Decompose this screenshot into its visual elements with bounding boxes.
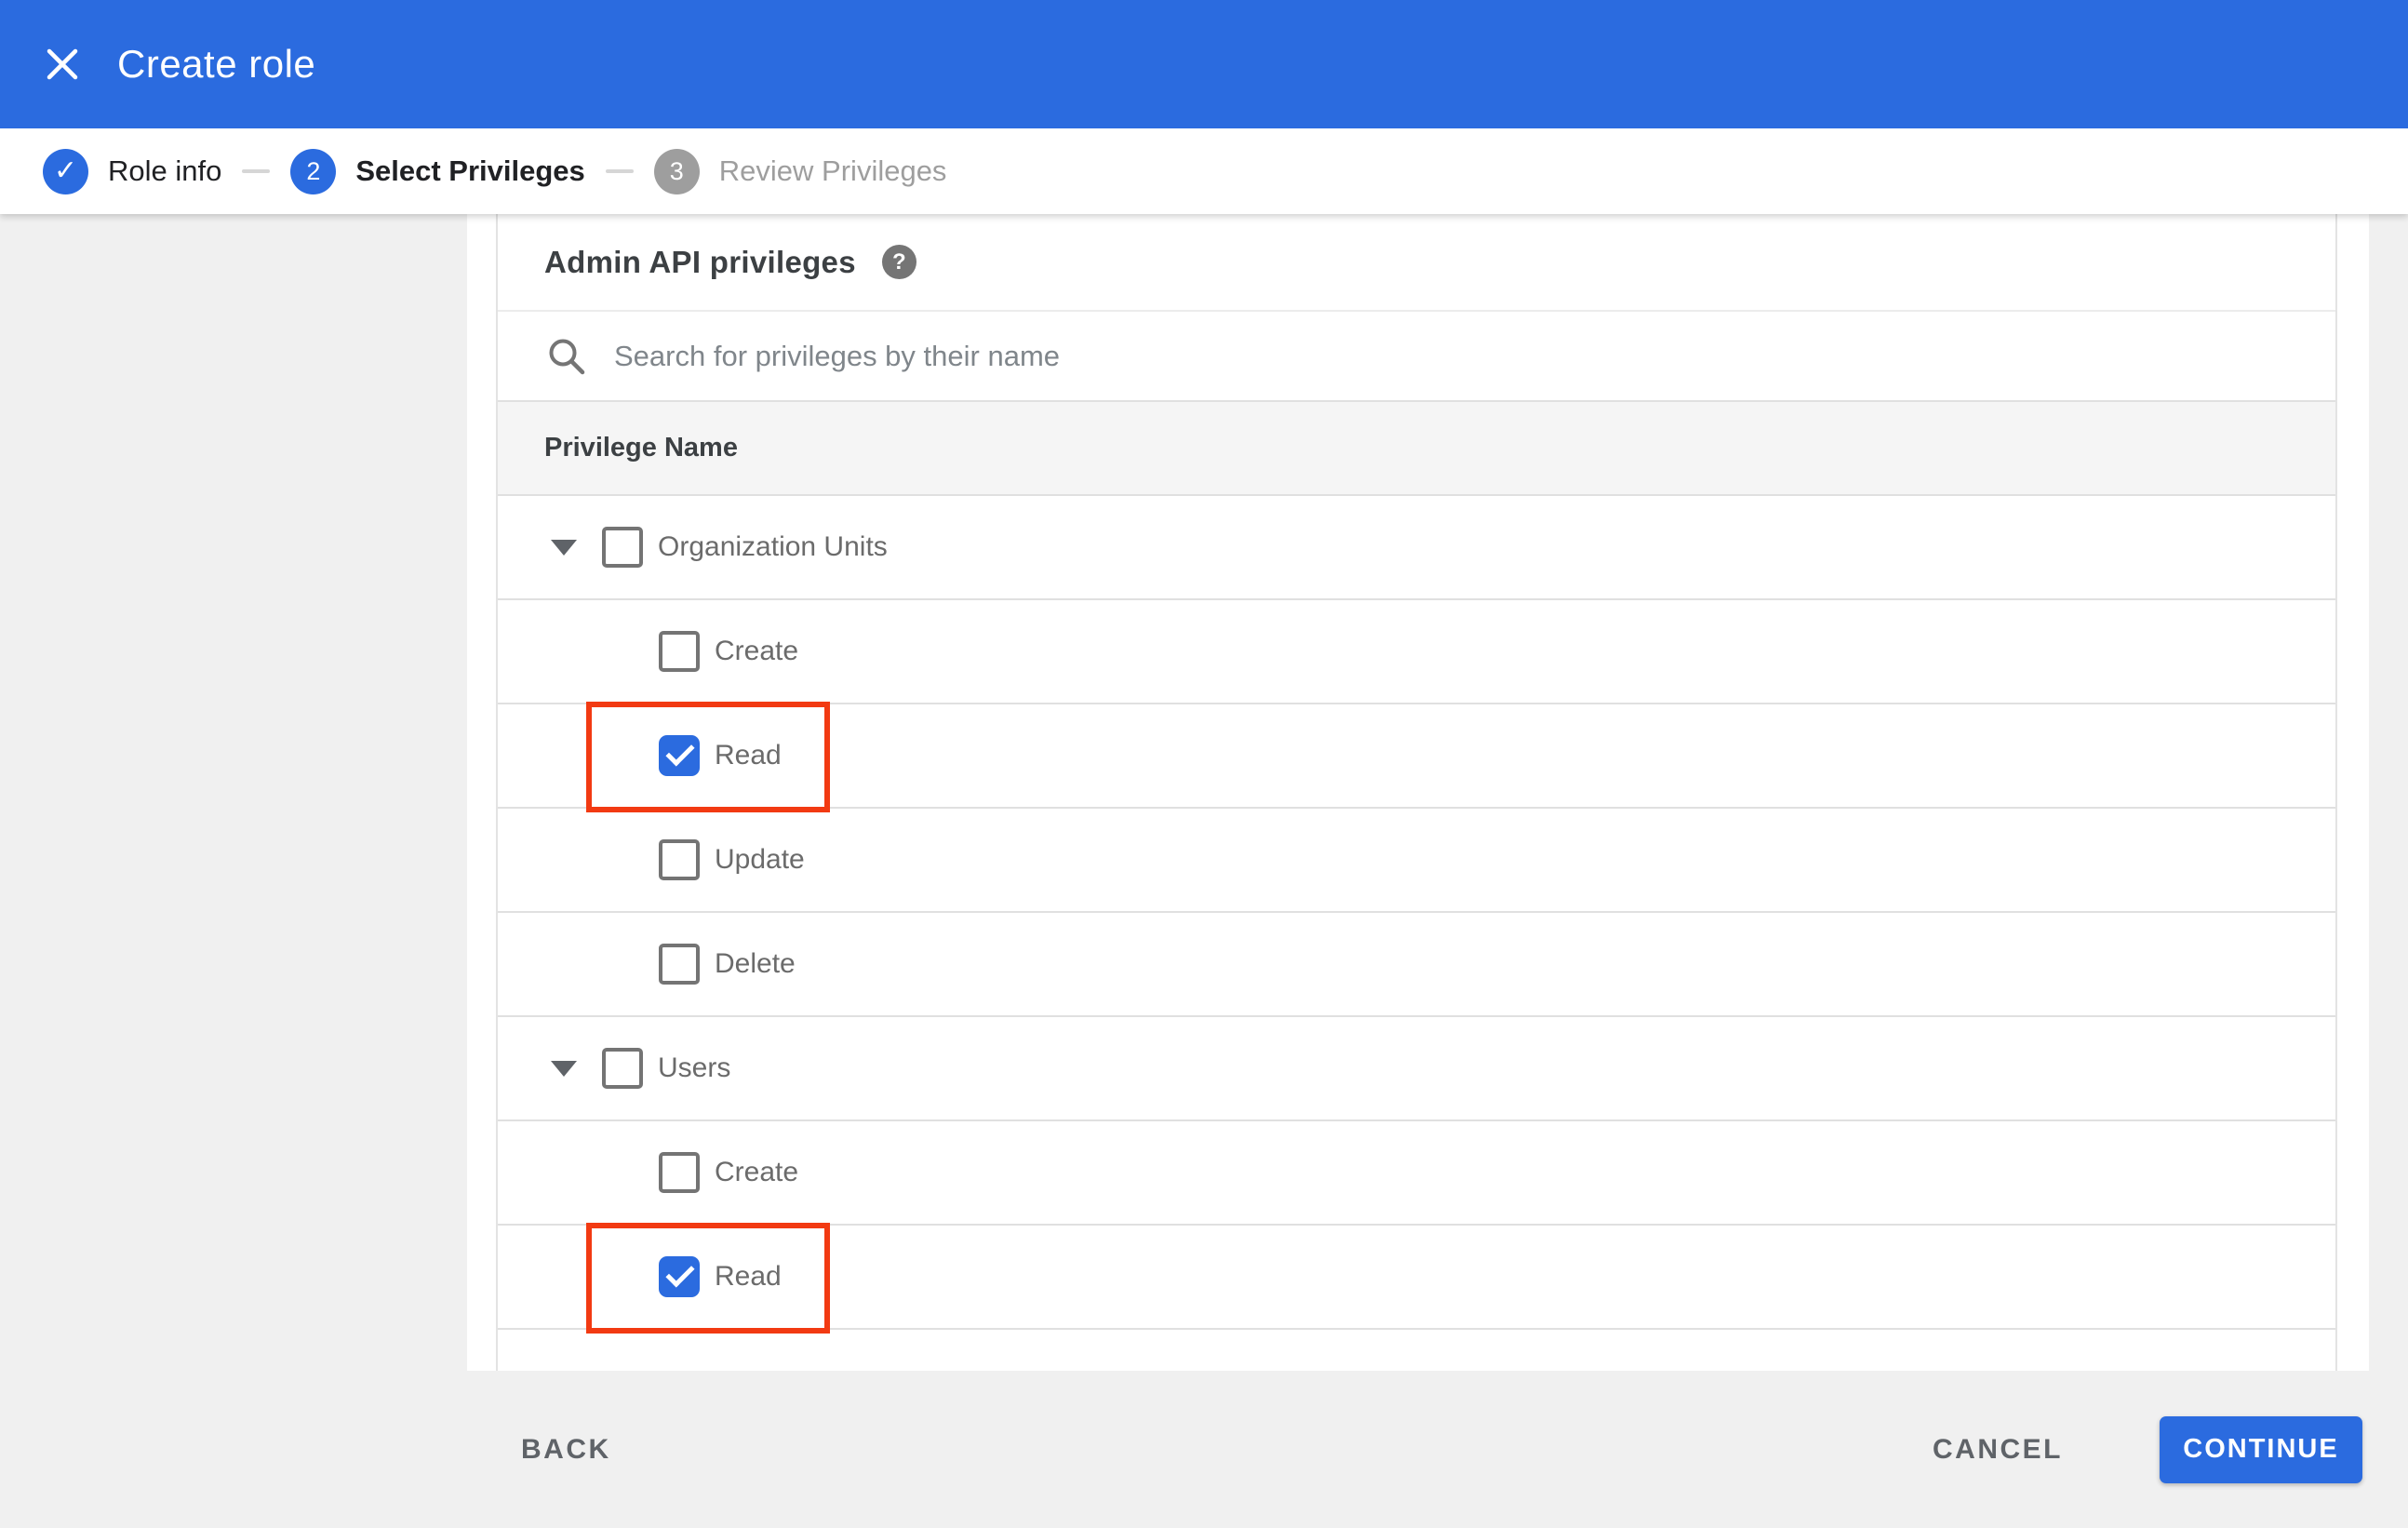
step-role-info[interactable]: ✓ Role info [43, 148, 222, 194]
step-connector [605, 169, 634, 173]
step-select-privileges[interactable]: 2 Select Privileges [290, 148, 585, 194]
step-label: Select Privileges [355, 154, 585, 187]
expand-arrow-icon[interactable] [551, 1060, 577, 1077]
search-row [498, 312, 2335, 402]
step-review-privileges[interactable]: 3 Review Privileges [653, 148, 947, 194]
table-row: Organization Units [498, 496, 2335, 600]
row-label: Read [715, 740, 782, 771]
back-button[interactable]: BACK [521, 1434, 611, 1466]
panel-heading-block: Admin API privileges ? [498, 214, 2335, 312]
row-label: Create [715, 1157, 799, 1187]
panel-heading: Admin API privileges [544, 244, 856, 279]
step-number-badge: 3 [653, 148, 700, 194]
step-label: Review Privileges [718, 154, 947, 187]
table-row: Create [498, 600, 2335, 704]
highlight-annotation-box [586, 1223, 830, 1334]
checkbox-checked[interactable] [659, 1256, 700, 1297]
privileges-panel: Admin API privileges ? Privilege Name Or… [496, 214, 2337, 1528]
expand-arrow-icon[interactable] [551, 539, 577, 556]
table-row: Users [498, 1017, 2335, 1121]
appbar: Create role [0, 0, 2408, 128]
table-row: Delete [498, 913, 2335, 1017]
continue-button[interactable]: CONTINUE [2160, 1415, 2362, 1483]
checkbox-checked[interactable] [659, 735, 700, 776]
row-label: Delete [715, 948, 796, 979]
step-done-icon: ✓ [43, 148, 88, 194]
search-icon [549, 339, 585, 374]
table-row: Create [498, 1121, 2335, 1226]
row-label: Users [658, 1052, 731, 1083]
table-row: Read [498, 1223, 2335, 1334]
row-label: Create [715, 636, 799, 666]
table-row: Update [498, 809, 2335, 913]
step-connector [242, 169, 271, 173]
cancel-button[interactable]: CANCEL [1933, 1434, 2063, 1466]
search-input[interactable] [614, 339, 2103, 373]
create-role-dialog: Create role ✓ Role info 2 Select Privile… [0, 0, 2408, 1528]
footer-bar: BACK CANCEL CONTINUE [0, 1371, 2408, 1528]
checkbox-unchecked[interactable] [602, 1048, 643, 1089]
table-header: Privilege Name [498, 402, 2335, 496]
checkbox-unchecked[interactable] [659, 1152, 700, 1193]
table-rows: Organization Units Create Read Update De… [498, 496, 2335, 1334]
close-icon[interactable] [41, 43, 84, 86]
help-icon[interactable]: ? [881, 245, 916, 279]
stepper: ✓ Role info 2 Select Privileges 3 Review… [0, 128, 2408, 214]
x-mark-glyph [47, 48, 78, 80]
row-label: Update [715, 844, 805, 875]
checkbox-unchecked[interactable] [659, 944, 700, 985]
checkbox-unchecked[interactable] [659, 839, 700, 880]
checkbox-unchecked[interactable] [659, 631, 700, 672]
row-label: Organization Units [658, 531, 888, 562]
page-title: Create role [117, 42, 316, 86]
row-label: Read [715, 1261, 782, 1292]
table-header-label: Privilege Name [544, 433, 738, 462]
table-row: Read [498, 702, 2335, 812]
step-label: Role info [108, 154, 222, 187]
step-number-badge: 2 [290, 148, 337, 194]
highlight-annotation-box [586, 702, 830, 812]
checkbox-unchecked[interactable] [602, 527, 643, 568]
